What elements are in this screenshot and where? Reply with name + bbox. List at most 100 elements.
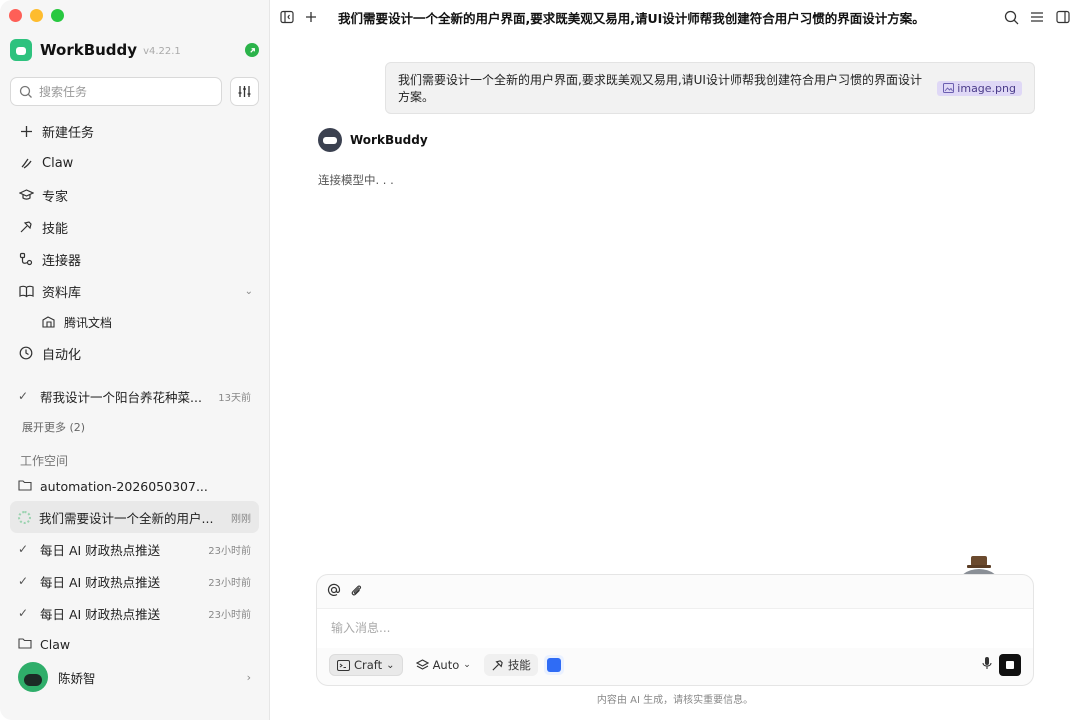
skills-label: 技能	[507, 658, 531, 672]
check-icon: ✓	[18, 542, 29, 556]
close-window-button[interactable]	[9, 9, 22, 22]
sidebar-item-connectors[interactable]: 连接器	[10, 243, 259, 275]
search-row: 搜索任务	[10, 77, 259, 106]
toggle-panel-button[interactable]	[1052, 6, 1074, 28]
zoom-window-button[interactable]	[51, 9, 64, 22]
sidebar-item-label: 资料库	[42, 285, 82, 301]
chevron-down-icon[interactable]: ⌄	[245, 286, 253, 297]
task-row[interactable]: ✓ 每日 AI 财政热点推送 23小时前	[10, 533, 259, 565]
search-icon	[19, 85, 32, 98]
workspace-list: automation-2026050307... 我们需要设计一个全新的用户..…	[10, 471, 259, 659]
terminal-icon	[337, 659, 350, 671]
toggle-sidebar-button[interactable]	[276, 6, 298, 28]
task-row[interactable]: ✓ 每日 AI 财政热点推送 23小时前	[10, 597, 259, 629]
workspace-folder[interactable]: automation-2026050307...	[10, 471, 259, 501]
mode-select[interactable]: Craft ⌄	[329, 654, 403, 676]
message-input-placeholder: 输入消息...	[331, 621, 391, 635]
minimize-window-button[interactable]	[30, 9, 43, 22]
microphone-button[interactable]	[981, 656, 993, 674]
composer-bottom-bar: Craft ⌄ Auto ⌄ 技能	[329, 653, 1021, 677]
chevron-down-icon: ⌄	[463, 660, 471, 670]
sidebar-item-automation[interactable]: 自动化	[10, 337, 259, 369]
panel-right-icon	[1056, 10, 1070, 24]
image-icon	[943, 83, 955, 93]
layers-icon	[415, 659, 429, 670]
bot-header: WorkBuddy	[318, 128, 428, 152]
task-title: 每日 AI 财政热点推送	[40, 574, 161, 590]
task-time: 刚刚	[231, 513, 251, 525]
plus-icon	[306, 12, 316, 22]
message-input[interactable]: 输入消息...	[317, 608, 1033, 648]
sidebar-item-tencent-docs[interactable]: 腾讯文档	[10, 307, 259, 337]
check-icon: ✓	[18, 606, 29, 620]
sidebar-item-skills[interactable]: 技能	[10, 211, 259, 243]
message-composer: 输入消息... Craft ⌄ Auto ⌄ 技能	[316, 574, 1034, 686]
bot-name: WorkBuddy	[350, 133, 428, 147]
sidebar-item-label: 自动化	[42, 347, 82, 363]
mention-button[interactable]	[327, 583, 341, 601]
user-profile[interactable]: 陈娇智 ›	[18, 662, 251, 692]
recent-tasks: ✓ 帮我设计一个阳台养花种菜... 13天前 展开更多 (2)	[10, 380, 259, 442]
connected-app-icon[interactable]	[543, 655, 564, 675]
paperclip-icon	[351, 585, 362, 596]
user-name: 陈娇智	[58, 670, 96, 686]
workbuddy-logo-icon	[10, 39, 32, 61]
stop-button[interactable]	[999, 654, 1021, 676]
sidebar-item-label: Claw	[42, 155, 74, 171]
expand-more-link[interactable]: 展开更多 (2)	[10, 412, 259, 442]
folder-name: Claw	[40, 636, 71, 652]
task-row[interactable]: ✓ 每日 AI 财政热点推送 23小时前	[10, 565, 259, 597]
connection-status-icon[interactable]	[245, 43, 259, 57]
task-time: 23小时前	[208, 609, 251, 621]
search-input[interactable]: 搜索任务	[10, 77, 222, 106]
filter-button[interactable]	[230, 77, 259, 106]
task-time: 23小时前	[208, 577, 251, 589]
model-select[interactable]: Auto ⌄	[409, 654, 478, 676]
plus-icon	[18, 123, 34, 139]
search-button[interactable]	[1000, 6, 1022, 28]
bot-avatar	[318, 128, 342, 152]
loading-spinner-icon	[18, 510, 31, 524]
sidebar-toggle-icon	[280, 10, 294, 24]
folder-icon	[18, 637, 34, 652]
ai-disclaimer: 内容由 AI 生成，请核实重要信息。	[596, 695, 754, 706]
attachment-name: image.png	[957, 81, 1016, 95]
sidebar-item-new-task[interactable]: 新建任务	[10, 115, 259, 147]
microphone-icon	[982, 657, 992, 669]
task-row-active[interactable]: 我们需要设计一个全新的用户... 刚刚	[10, 501, 259, 533]
stop-icon	[1006, 661, 1014, 669]
check-icon: ✓	[18, 574, 29, 588]
sliders-icon	[238, 86, 251, 97]
task-row[interactable]: ✓ 帮我设计一个阳台养花种菜... 13天前	[10, 380, 259, 412]
model-label: Auto	[432, 658, 460, 672]
skills-button[interactable]: 技能	[483, 654, 538, 676]
window-controls	[9, 9, 64, 22]
mode-label: Craft	[354, 658, 383, 672]
hammer-icon	[18, 219, 34, 235]
sidebar-item-label: 专家	[42, 189, 69, 205]
sidebar-item-claw[interactable]: Claw	[10, 147, 259, 179]
attach-button[interactable]	[349, 583, 363, 601]
at-icon	[327, 583, 341, 596]
topbar: 我们需要设计一个全新的用户界面,要求既美观又易用,请UI设计师帮我创建符合用户习…	[270, 0, 1080, 34]
connector-icon	[18, 251, 34, 267]
new-chat-button[interactable]	[300, 6, 322, 28]
chevron-right-icon: ›	[246, 670, 251, 684]
attachment-chip[interactable]: image.png	[937, 80, 1022, 96]
brand-header: WorkBuddy v4.22.1	[10, 38, 259, 62]
hammer-icon	[492, 659, 503, 671]
book-icon	[18, 283, 34, 299]
claw-folder[interactable]: Claw	[10, 629, 259, 659]
task-time: 23小时前	[208, 545, 251, 557]
sidebar-nav: 新建任务 Claw 专家 技能 连接器 资料库 ⌄ 腾讯文档 自动化	[10, 115, 259, 369]
sidebar-item-expert[interactable]: 专家	[10, 179, 259, 211]
search-placeholder: 搜索任务	[39, 85, 88, 99]
sidebar-item-label: 新建任务	[42, 125, 95, 141]
brand-name: WorkBuddy	[40, 41, 138, 59]
menu-button[interactable]	[1026, 6, 1048, 28]
sidebar-item-library[interactable]: 资料库 ⌄	[10, 275, 259, 307]
list-icon	[1031, 12, 1043, 22]
clock-icon	[18, 345, 34, 361]
avatar	[18, 662, 48, 692]
task-title: 每日 AI 财政热点推送	[40, 606, 161, 622]
